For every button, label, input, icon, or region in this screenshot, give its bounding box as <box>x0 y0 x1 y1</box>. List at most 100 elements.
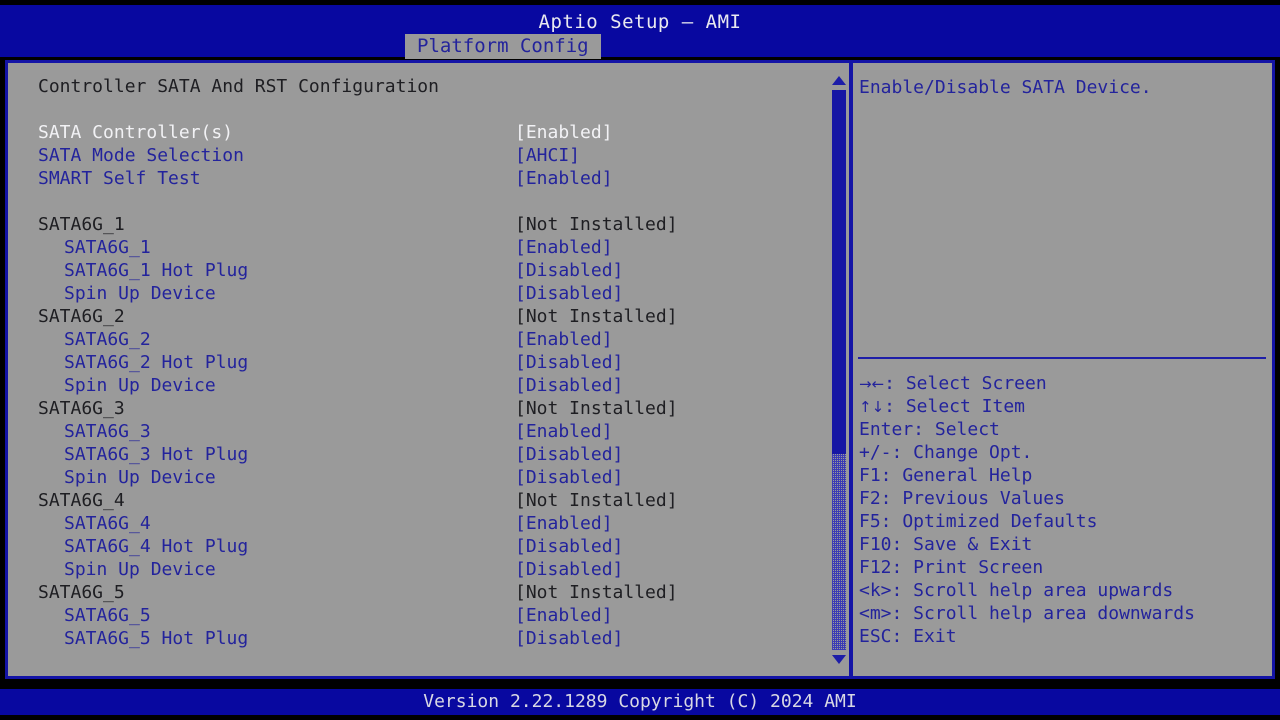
scrollbar-track[interactable] <box>832 90 846 650</box>
row-value[interactable]: [Disabled] <box>515 374 623 397</box>
row-label: SATA6G_2 Hot Plug <box>64 352 249 373</box>
page-title: Aptio Setup – AMI <box>538 11 742 33</box>
legend-text: F5: Optimized Defaults <box>859 511 1098 532</box>
row-spacer <box>8 190 828 213</box>
row-value[interactable]: [Disabled] <box>515 627 623 650</box>
row-value[interactable]: [Enabled] <box>515 167 613 190</box>
legend-row: +/-: Change Opt. <box>859 441 1271 464</box>
legend-row: F2: Previous Values <box>859 487 1271 510</box>
row-value[interactable]: [Disabled] <box>515 282 623 305</box>
version-text: Version 2.22.1289 Copyright (C) 2024 AMI <box>423 691 857 712</box>
row-label: Spin Up Device <box>64 283 216 304</box>
info-row: SATA6G_1 [Not Installed] <box>8 213 828 236</box>
scroll-down-arrow-icon[interactable] <box>832 655 846 664</box>
row-label: Controller SATA And RST Configuration <box>38 76 439 97</box>
info-row: SATA6G_4 [Not Installed] <box>8 489 828 512</box>
row-value[interactable]: [Disabled] <box>515 259 623 282</box>
setting-row[interactable]: SATA6G_4 Hot Plug [Disabled] <box>8 535 828 558</box>
legend-text: Enter: Select <box>859 419 1000 440</box>
legend-text: F2: Previous Values <box>859 488 1065 509</box>
info-row: SATA6G_2 [Not Installed] <box>8 305 828 328</box>
settings-scrollbar[interactable] <box>830 74 848 666</box>
setting-row[interactable]: SATA6G_3 [Enabled] <box>8 420 828 443</box>
tab-platform-config[interactable]: Platform Config <box>405 34 601 59</box>
scrollbar-thumb[interactable] <box>832 90 846 454</box>
legend-text: +/-: Change Opt. <box>859 442 1033 463</box>
legend-row: F10: Save & Exit <box>859 533 1271 556</box>
setting-row[interactable]: Spin Up Device [Disabled] <box>8 374 828 397</box>
row-value[interactable]: [Enabled] <box>515 121 613 144</box>
row-value[interactable]: [Enabled] <box>515 420 613 443</box>
row-label: SATA6G_3 <box>64 421 151 442</box>
legend-row: →←: Select Screen <box>859 372 1271 395</box>
legend-text: : Select Screen <box>884 373 1047 394</box>
setting-row[interactable]: SATA6G_5 [Enabled] <box>8 604 828 627</box>
key-legend: →←: Select Screen ↑↓: Select Item Enter: S… <box>859 372 1271 648</box>
settings-pane: Controller SATA And RST Configuration SAT… <box>8 60 828 679</box>
row-value[interactable]: [Enabled] <box>515 604 613 627</box>
row-label: SMART Self Test <box>38 168 201 189</box>
pane-divider <box>849 62 853 677</box>
setting-row[interactable]: Spin Up Device [Disabled] <box>8 282 828 305</box>
setting-row[interactable]: SATA6G_5 Hot Plug [Disabled] <box>8 627 828 650</box>
info-row: SATA6G_3 [Not Installed] <box>8 397 828 420</box>
row-value[interactable]: [Enabled] <box>515 512 613 535</box>
legend-key-glyph-icon: ↑↓ <box>859 398 885 416</box>
help-pane: Enable/Disable SATA Device. →←: Select S… <box>856 60 1274 679</box>
row-label: SATA6G_1 Hot Plug <box>64 260 249 281</box>
row-value[interactable]: [Disabled] <box>515 443 623 466</box>
row-label: SATA6G_5 <box>64 605 151 626</box>
legend-row: F12: Print Screen <box>859 556 1271 579</box>
row-label: Spin Up Device <box>64 375 216 396</box>
row-label: SATA6G_3 <box>38 398 125 419</box>
setting-row[interactable]: SATA6G_3 Hot Plug [Disabled] <box>8 443 828 466</box>
row-spacer <box>8 98 828 121</box>
legend-text: F1: General Help <box>859 465 1033 486</box>
row-label: Spin Up Device <box>64 559 216 580</box>
row-value[interactable]: [Disabled] <box>515 466 623 489</box>
row-label: SATA6G_2 <box>64 329 151 350</box>
legend-text: <k>: Scroll help area upwards <box>859 580 1174 601</box>
tab-strip: Platform Config <box>0 34 1280 59</box>
row-label: SATA6G_4 Hot Plug <box>64 536 249 557</box>
legend-text: <m>: Scroll help area downwards <box>859 603 1195 624</box>
row-label: SATA6G_3 Hot Plug <box>64 444 249 465</box>
legend-row: <k>: Scroll help area upwards <box>859 579 1271 602</box>
setting-row[interactable]: SATA6G_1 Hot Plug [Disabled] <box>8 259 828 282</box>
row-label: SATA6G_2 <box>38 306 125 327</box>
row-label: SATA6G_5 Hot Plug <box>64 628 249 649</box>
section-heading: Controller SATA And RST Configuration <box>8 75 828 98</box>
legend-row: <m>: Scroll help area downwards <box>859 602 1271 625</box>
row-value: [Not Installed] <box>515 582 678 603</box>
setting-row[interactable]: SMART Self Test [Enabled] <box>8 167 828 190</box>
row-value: [Not Installed] <box>515 490 678 511</box>
setting-row[interactable]: Spin Up Device [Disabled] <box>8 558 828 581</box>
legend-row: F5: Optimized Defaults <box>859 510 1271 533</box>
legend-row: ↑↓: Select Item <box>859 395 1271 418</box>
header-band: Aptio Setup – AMI Platform Config <box>0 5 1280 59</box>
legend-text: F12: Print Screen <box>859 557 1044 578</box>
row-value[interactable]: [Enabled] <box>515 328 613 351</box>
row-label: SATA6G_1 <box>64 237 151 258</box>
setting-row[interactable]: SATA6G_2 [Enabled] <box>8 328 828 351</box>
help-description: Enable/Disable SATA Device. <box>859 77 1152 98</box>
row-value: [Not Installed] <box>515 306 678 327</box>
help-separator <box>858 357 1266 359</box>
setting-row[interactable]: SATA Controller(s) [Enabled] <box>8 121 828 144</box>
row-value[interactable]: [Disabled] <box>515 535 623 558</box>
setting-row[interactable]: SATA6G_2 Hot Plug [Disabled] <box>8 351 828 374</box>
row-value[interactable]: [AHCI] <box>515 144 580 167</box>
setting-row[interactable]: Spin Up Device [Disabled] <box>8 466 828 489</box>
row-value[interactable]: [Disabled] <box>515 558 623 581</box>
setting-row[interactable]: SATA6G_4 [Enabled] <box>8 512 828 535</box>
legend-text: : Select Item <box>884 396 1026 417</box>
row-value[interactable]: [Disabled] <box>515 351 623 374</box>
row-label: SATA6G_5 <box>38 582 125 603</box>
scroll-up-arrow-icon[interactable] <box>832 76 846 85</box>
setting-row[interactable]: SATA6G_1 [Enabled] <box>8 236 828 259</box>
row-label: Spin Up Device <box>64 467 216 488</box>
row-label: SATA6G_1 <box>38 214 125 235</box>
row-value[interactable]: [Enabled] <box>515 236 613 259</box>
row-label: SATA6G_4 <box>38 490 125 511</box>
setting-row[interactable]: SATA Mode Selection [AHCI] <box>8 144 828 167</box>
